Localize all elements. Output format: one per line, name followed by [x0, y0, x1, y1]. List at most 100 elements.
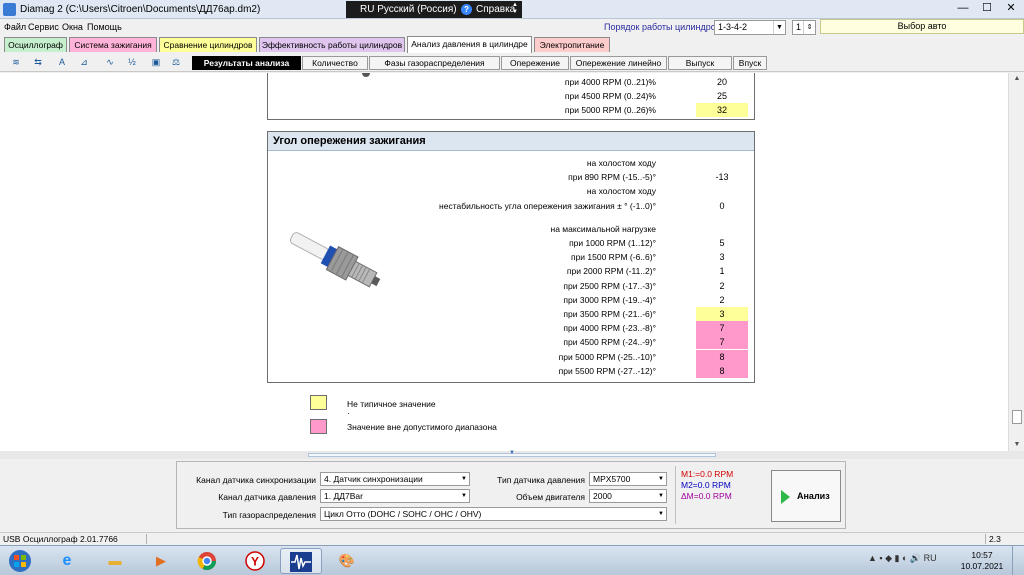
help-icon[interactable]: ? — [461, 4, 472, 15]
top-row-label: при 5000 RPM (0..26)% — [564, 105, 656, 115]
scale-icon[interactable]: ⚖ — [168, 55, 184, 70]
row-value: 8 — [696, 364, 748, 378]
internet-explorer-icon[interactable]: e — [46, 548, 88, 574]
results-area: при 4000 RPM (0..21)% 20 при 4500 RPM (0… — [0, 73, 1008, 451]
chevron-down-icon: ▼ — [773, 21, 785, 34]
scroll-up-icon[interactable]: ▲ — [1009, 75, 1024, 82]
valve-timing-label: Тип газораспределения — [222, 510, 316, 520]
chrome-icon[interactable] — [186, 548, 228, 574]
valve-timing-select[interactable]: Цикл Отто (DOHC / SOHC / OHC / OHV) ▼ — [320, 507, 667, 521]
chart-icon[interactable]: ⊿ — [76, 55, 92, 70]
sync-channel-value: 4. Датчик синхронизации — [324, 474, 423, 484]
show-desktop-button[interactable] — [1012, 546, 1024, 575]
pressure-channel-select[interactable]: 1. ДД7Bar ▼ — [320, 489, 470, 503]
ignition-advance-section: Угол опережения зажигания — [267, 131, 755, 383]
subtab-analysis-results[interactable]: Результаты анализа — [192, 56, 301, 70]
top-row-label: при 4500 RPM (0..24)% — [564, 91, 656, 101]
panel-splitter[interactable]: ▼ — [0, 450, 1024, 459]
menu-help[interactable]: Помощь — [87, 22, 122, 32]
help-label[interactable]: Справка — [476, 4, 515, 15]
menu-service[interactable]: Сервис — [28, 22, 59, 32]
row-value: 3 — [719, 252, 725, 262]
svg-text:Y: Y — [251, 555, 259, 569]
row-value: 5 — [719, 238, 725, 248]
tab-cylinder-efficiency[interactable]: Эффективность работы цилиндров — [259, 37, 405, 52]
diamag-taskbar-icon[interactable] — [280, 548, 322, 574]
yandex-browser-icon[interactable]: Y — [234, 548, 276, 574]
cylinder-order-value: 1-3-4-2 — [718, 22, 748, 32]
splitter-grip[interactable]: ▼ — [308, 450, 716, 457]
taskbar: e ▬ ▶ Y 🎨 ▲ ▪ ◆ ▮ ◐ 🔊 RU 10:57 10.07.202… — [0, 545, 1024, 575]
media-player-icon[interactable]: ▶ — [140, 548, 182, 574]
row-label: при 1000 RPM (1..12)° — [569, 238, 656, 248]
sensor-type-value: MPX5700 — [593, 474, 631, 484]
menu-windows[interactable]: Окна — [62, 22, 83, 32]
subtab-quantity[interactable]: Количество — [302, 56, 368, 70]
engine-volume-select[interactable]: 2000 ▼ — [589, 489, 667, 503]
alg-icon[interactable]: ½ — [124, 55, 140, 70]
language-bar[interactable]: RU Русский (Россия) ? Справка ▲ ▼ — [346, 1, 522, 18]
legend-out-of-range-label: Значение вне допустимого диапазона — [347, 422, 497, 432]
line-icon[interactable]: ∿ — [102, 55, 118, 70]
close-button[interactable]: ✕ — [1000, 1, 1022, 17]
chevron-down-icon: ▼ — [461, 493, 467, 499]
row-value: 2 — [719, 295, 725, 305]
auto-icon[interactable]: A — [54, 55, 70, 70]
language-bar-menu-icon[interactable]: ▲ ▼ — [512, 2, 518, 16]
marker-m2: M2=0.0 RPM — [681, 480, 731, 490]
subtab-intake[interactable]: Впуск — [733, 56, 767, 70]
legend-out-of-range-swatch — [310, 419, 327, 434]
marker-m1: M1:=0.0 RPM — [681, 469, 734, 479]
row-value: 2 — [719, 281, 725, 291]
tab-oscilloscope[interactable]: Осциллограф — [4, 37, 67, 52]
system-tray[interactable]: ▲ ▪ ◆ ▮ ◐ 🔊 RU — [868, 553, 937, 564]
status-device: USB Осциллограф 2.01.7766 — [3, 534, 118, 544]
paint-icon[interactable]: 🎨 — [326, 548, 368, 574]
subtab-advance[interactable]: Опережение — [501, 56, 569, 70]
clock-date: 10.07.2021 — [960, 561, 1004, 571]
start-button[interactable] — [2, 548, 38, 574]
toolbar: ≋ ⇆ A ⊿ ∿ ½ ▣ ⚖ Результаты анализа Колич… — [0, 53, 1024, 72]
tab-cylinder-pressure-analysis[interactable]: Анализ давления в цилиндре — [407, 36, 532, 53]
waveform-icon[interactable]: ≋ — [8, 55, 24, 70]
scrollbar-thumb[interactable] — [1012, 410, 1022, 424]
row-label: на холостом ходу — [586, 186, 656, 196]
spark-plug-image — [289, 232, 381, 288]
legend-atypical-label: Не типичное значение — [347, 399, 436, 409]
valve-timing-value: Цикл Отто (DOHC / SOHC / OHC / OHV) — [324, 509, 482, 519]
sync-channel-select[interactable]: 4. Датчик синхронизации ▼ — [320, 472, 470, 486]
row-label: при 5000 RPM (-25..-10)° — [558, 352, 656, 362]
cylinder-order-select[interactable]: 1-3-4-2 ▼ — [714, 20, 786, 35]
analyze-button[interactable]: Анализ — [771, 470, 841, 522]
tab-cylinder-comparison[interactable]: Сравнение цилиндров — [159, 37, 257, 52]
row-value: 8 — [696, 350, 748, 364]
row-value: 0 — [719, 201, 725, 211]
tab-power-supply[interactable]: Электропитание — [534, 37, 610, 52]
cylinder-number-stepper[interactable]: 1 ⇕ — [792, 20, 816, 35]
app-icon — [3, 3, 16, 16]
sensor-type-select[interactable]: MPX5700 ▼ — [589, 472, 667, 486]
language-label[interactable]: RU Русский (Россия) — [360, 4, 457, 15]
status-bar: USB Осциллограф 2.01.7766 2.3 — [0, 532, 1024, 544]
analyze-label: Анализ — [797, 491, 830, 501]
main-tabs: Осциллограф Система зажигания Сравнение … — [0, 36, 1024, 53]
subtab-advance-linear[interactable]: Опережение линейно — [570, 56, 667, 70]
row-label: при 3500 RPM (-21..-6)° — [563, 309, 656, 319]
save-icon[interactable]: ▣ — [148, 55, 164, 70]
cylinder-number-value: 1 — [796, 22, 802, 32]
scroll-down-icon[interactable]: ▼ — [1009, 441, 1024, 448]
select-car-button[interactable]: Выбор авто — [820, 19, 1024, 34]
status-separator — [146, 534, 147, 544]
chevron-down-icon: ▼ — [658, 511, 664, 517]
subtab-valve-timing[interactable]: Фазы газораспределения — [369, 56, 500, 70]
file-explorer-icon[interactable]: ▬ — [94, 548, 136, 574]
menu-file[interactable]: Файл — [4, 22, 26, 32]
maximize-button[interactable]: ☐ — [976, 1, 998, 17]
tab-ignition-system[interactable]: Система зажигания — [69, 37, 157, 52]
subtab-exhaust[interactable]: Выпуск — [668, 56, 732, 70]
vertical-scrollbar[interactable]: ▲ ▼ — [1008, 73, 1024, 451]
minimize-button[interactable]: — — [952, 1, 974, 17]
clock[interactable]: 10:57 10.07.2021 — [960, 550, 1004, 572]
gear-scale-icon[interactable]: ⇆ — [30, 55, 46, 70]
row-label: при 4000 RPM (-23..-8)° — [563, 323, 656, 333]
